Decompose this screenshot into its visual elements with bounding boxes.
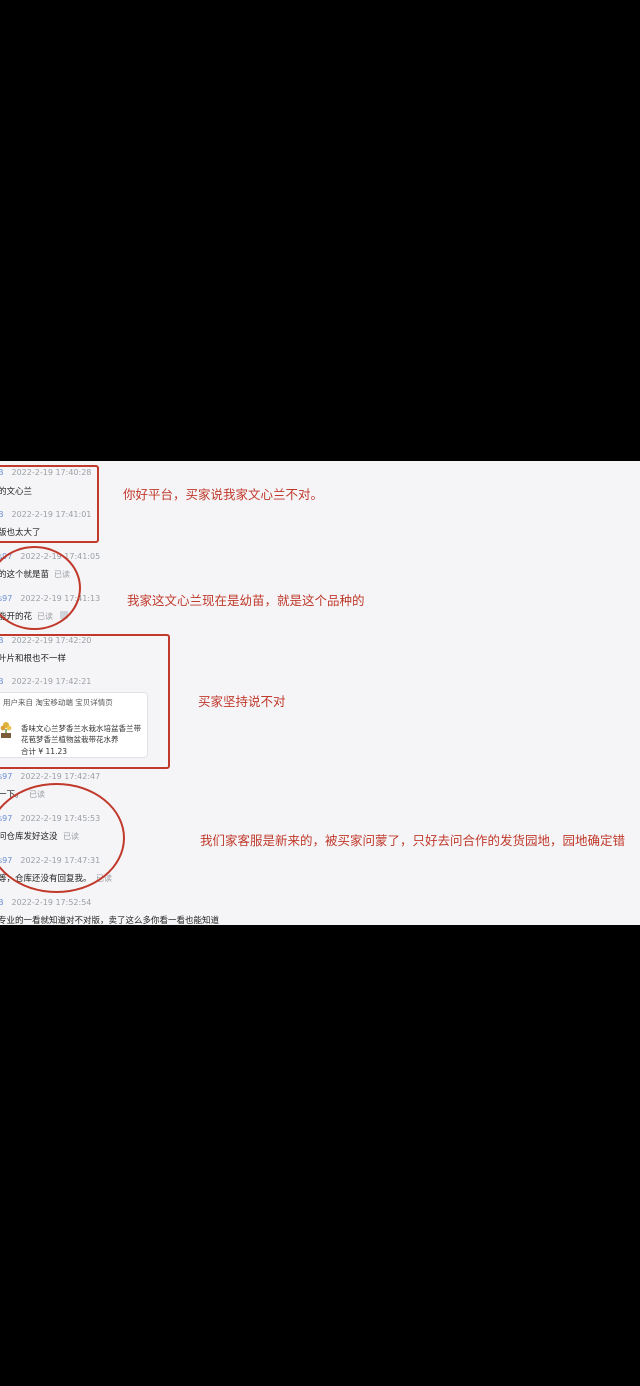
annotation-text: 我家这文心兰现在是幼苗，就是这个品种的: [127, 593, 365, 608]
annotation-text: 我们家客服是新来的，被买家问蒙了，只好去问合作的发货园地，园地确定错: [200, 833, 626, 848]
message-time: 2022-2-19 17:52:54: [11, 898, 92, 907]
sender-name: s97: [0, 772, 13, 781]
annotation-text: 你好平台，买家说我家文心兰不对。: [123, 487, 324, 502]
highlight-box: [0, 634, 170, 769]
message-text: 专业的一看就知道对不对版，卖了这么多你看一看也能知道: [0, 916, 220, 925]
annotation-text: 买家坚持说不对: [198, 694, 286, 709]
message-meta: s97 2022-2-19 17:42:47: [0, 772, 100, 781]
screenshot-panel: B 2022-2-19 17:40:28 的文心兰 B 2022-2-19 17:4…: [0, 461, 640, 925]
message-time: 2022-2-19 17:42:47: [20, 772, 101, 781]
message-meta: B 2022-2-19 17:52:54: [0, 898, 91, 907]
sender-name: B: [0, 898, 4, 907]
highlight-box: [0, 465, 99, 543]
